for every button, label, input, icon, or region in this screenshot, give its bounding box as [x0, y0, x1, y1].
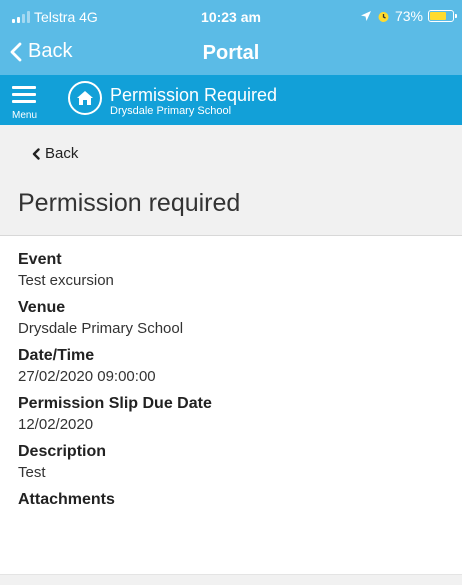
- field-label: Description: [18, 443, 107, 460]
- field-value: 12/02/2020: [18, 416, 94, 433]
- nav-back-label: Back: [28, 40, 73, 62]
- nav-bar: Back Portal: [0, 32, 462, 75]
- field-date-time: Date/Time 27/02/2020 09:00:00: [18, 346, 448, 387]
- field-label: Attachments: [18, 491, 115, 508]
- location-arrow-icon: [360, 11, 371, 21]
- field-attachments: Attachments: [18, 490, 448, 510]
- details-list: Event Test excursion Venue Drysdale Prim…: [18, 250, 448, 517]
- alarm-icon: [378, 11, 389, 22]
- field-description: Description Test: [18, 442, 448, 483]
- field-label: Venue: [18, 299, 66, 316]
- nav-back-button[interactable]: Back: [10, 40, 72, 63]
- page-title: Permission required: [18, 189, 241, 217]
- portal-header: Menu Permission Required Drysdale Primar…: [0, 75, 462, 125]
- field-value: Drysdale Primary School: [18, 320, 184, 337]
- status-right: 73%: [360, 8, 457, 24]
- menu-label: Menu: [12, 110, 38, 121]
- home-icon[interactable]: [68, 81, 102, 115]
- battery-icon: [428, 10, 457, 22]
- chevron-left-icon: [32, 147, 40, 160]
- title-bar: Permission required: [0, 181, 462, 236]
- status-bar: Telstra 4G 10:23 am 73%: [0, 0, 462, 32]
- field-label: Event: [18, 251, 62, 268]
- field-venue: Venue Drysdale Primary School: [18, 298, 448, 339]
- field-value: 27/02/2020 09:00:00: [18, 368, 156, 385]
- footer-strip: [0, 574, 462, 585]
- field-label: Date/Time: [18, 347, 95, 364]
- back-bar: Back: [0, 125, 462, 181]
- menu-icon: [12, 86, 36, 103]
- menu-button[interactable]: Menu: [12, 83, 46, 121]
- top-bar: Telstra 4G 10:23 am 73% Back Portal: [0, 0, 462, 75]
- header-title: Permission Required: [110, 85, 278, 105]
- chevron-left-icon: [10, 42, 22, 61]
- page-back-button[interactable]: Back: [32, 145, 78, 162]
- header-subtitle: Drysdale Primary School: [110, 105, 232, 117]
- field-event: Event Test excursion: [18, 250, 448, 291]
- field-due-date: Permission Slip Due Date 12/02/2020: [18, 394, 448, 435]
- field-value: Test: [18, 464, 46, 481]
- field-label: Permission Slip Due Date: [18, 395, 212, 412]
- field-value: Test excursion: [18, 272, 114, 289]
- battery-percent: 73%: [394, 8, 423, 24]
- battery-fill: [430, 12, 447, 20]
- page-back-label: Back: [45, 145, 79, 162]
